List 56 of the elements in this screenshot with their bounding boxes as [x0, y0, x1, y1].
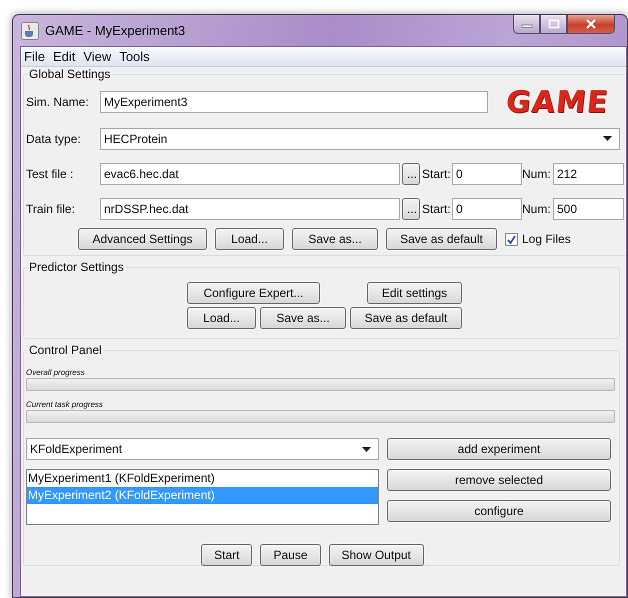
- menu-item[interactable]: File: [24, 49, 45, 64]
- menu-item[interactable]: Edit: [52, 49, 76, 64]
- action-button[interactable]: Save as...: [260, 307, 346, 329]
- checkbox[interactable]: [505, 232, 518, 246]
- action-button[interactable]: remove selected: [387, 469, 611, 491]
- field-label: Data type:: [26, 132, 82, 146]
- field-label: Start:: [422, 166, 452, 180]
- minimize-button[interactable]: [513, 15, 540, 34]
- close-icon: [585, 19, 597, 29]
- input-field[interactable]: 0: [452, 198, 522, 220]
- field-label: Sim. Name:: [26, 95, 90, 109]
- group-title: Predictor Settings: [28, 260, 125, 274]
- input-field[interactable]: evac6.hec.dat: [100, 162, 400, 184]
- maximize-icon: [548, 19, 560, 29]
- input-field[interactable]: nrDSSP.hec.dat: [100, 198, 400, 220]
- progress-label: Current task progress: [26, 400, 104, 410]
- cup-icon: [21, 22, 39, 40]
- field-label: Train file:: [26, 202, 76, 216]
- action-button[interactable]: Save as...: [292, 228, 378, 250]
- field-label: Num:: [522, 166, 552, 180]
- action-button[interactable]: Edit settings: [367, 282, 462, 304]
- action-button[interactable]: Save as default: [386, 228, 497, 250]
- action-button[interactable]: Pause: [260, 544, 320, 566]
- action-button[interactable]: Show Output: [328, 544, 424, 566]
- list-item[interactable]: MyExperiment1 (KFoldExperiment): [27, 470, 378, 487]
- input-field[interactable]: MyExperiment3: [100, 91, 488, 113]
- input-field[interactable]: 0: [452, 162, 522, 184]
- group-title: Global Settings: [28, 67, 112, 81]
- field-label: Test file :: [26, 166, 74, 180]
- action-button[interactable]: Start: [201, 544, 252, 566]
- action-button[interactable]: Advanced Settings: [78, 228, 207, 250]
- progress-label: Overall progress: [26, 368, 86, 378]
- logo: GAME: [504, 84, 610, 120]
- input-field[interactable]: 500: [553, 198, 624, 220]
- checkbox-label: Log Files: [522, 232, 571, 246]
- field-label: Num:: [522, 202, 552, 216]
- action-button[interactable]: Load...: [187, 307, 256, 329]
- caret-icon: [362, 446, 371, 452]
- action-button[interactable]: Save as default: [350, 307, 462, 329]
- field-label: Start:: [422, 202, 452, 216]
- browse-button[interactable]: ...: [402, 198, 420, 220]
- menu-item[interactable]: View: [83, 49, 112, 64]
- menu-item[interactable]: Tools: [119, 49, 150, 64]
- maximize-button[interactable]: [540, 15, 567, 34]
- close-button[interactable]: [567, 15, 615, 34]
- input-field[interactable]: 212: [553, 162, 624, 184]
- group-title: Control Panel: [28, 343, 103, 357]
- caret-icon: [603, 136, 612, 141]
- action-button[interactable]: add experiment: [387, 438, 611, 460]
- action-button[interactable]: Load...: [215, 228, 284, 250]
- action-button[interactable]: Configure Expert...: [187, 282, 320, 304]
- action-button[interactable]: configure: [387, 500, 611, 522]
- dropdown[interactable]: KFoldExperiment: [26, 438, 379, 460]
- dropdown[interactable]: HECProtein: [100, 128, 620, 150]
- window-title: GAME - MyExperiment3: [45, 23, 186, 38]
- browse-button[interactable]: ...: [402, 162, 420, 184]
